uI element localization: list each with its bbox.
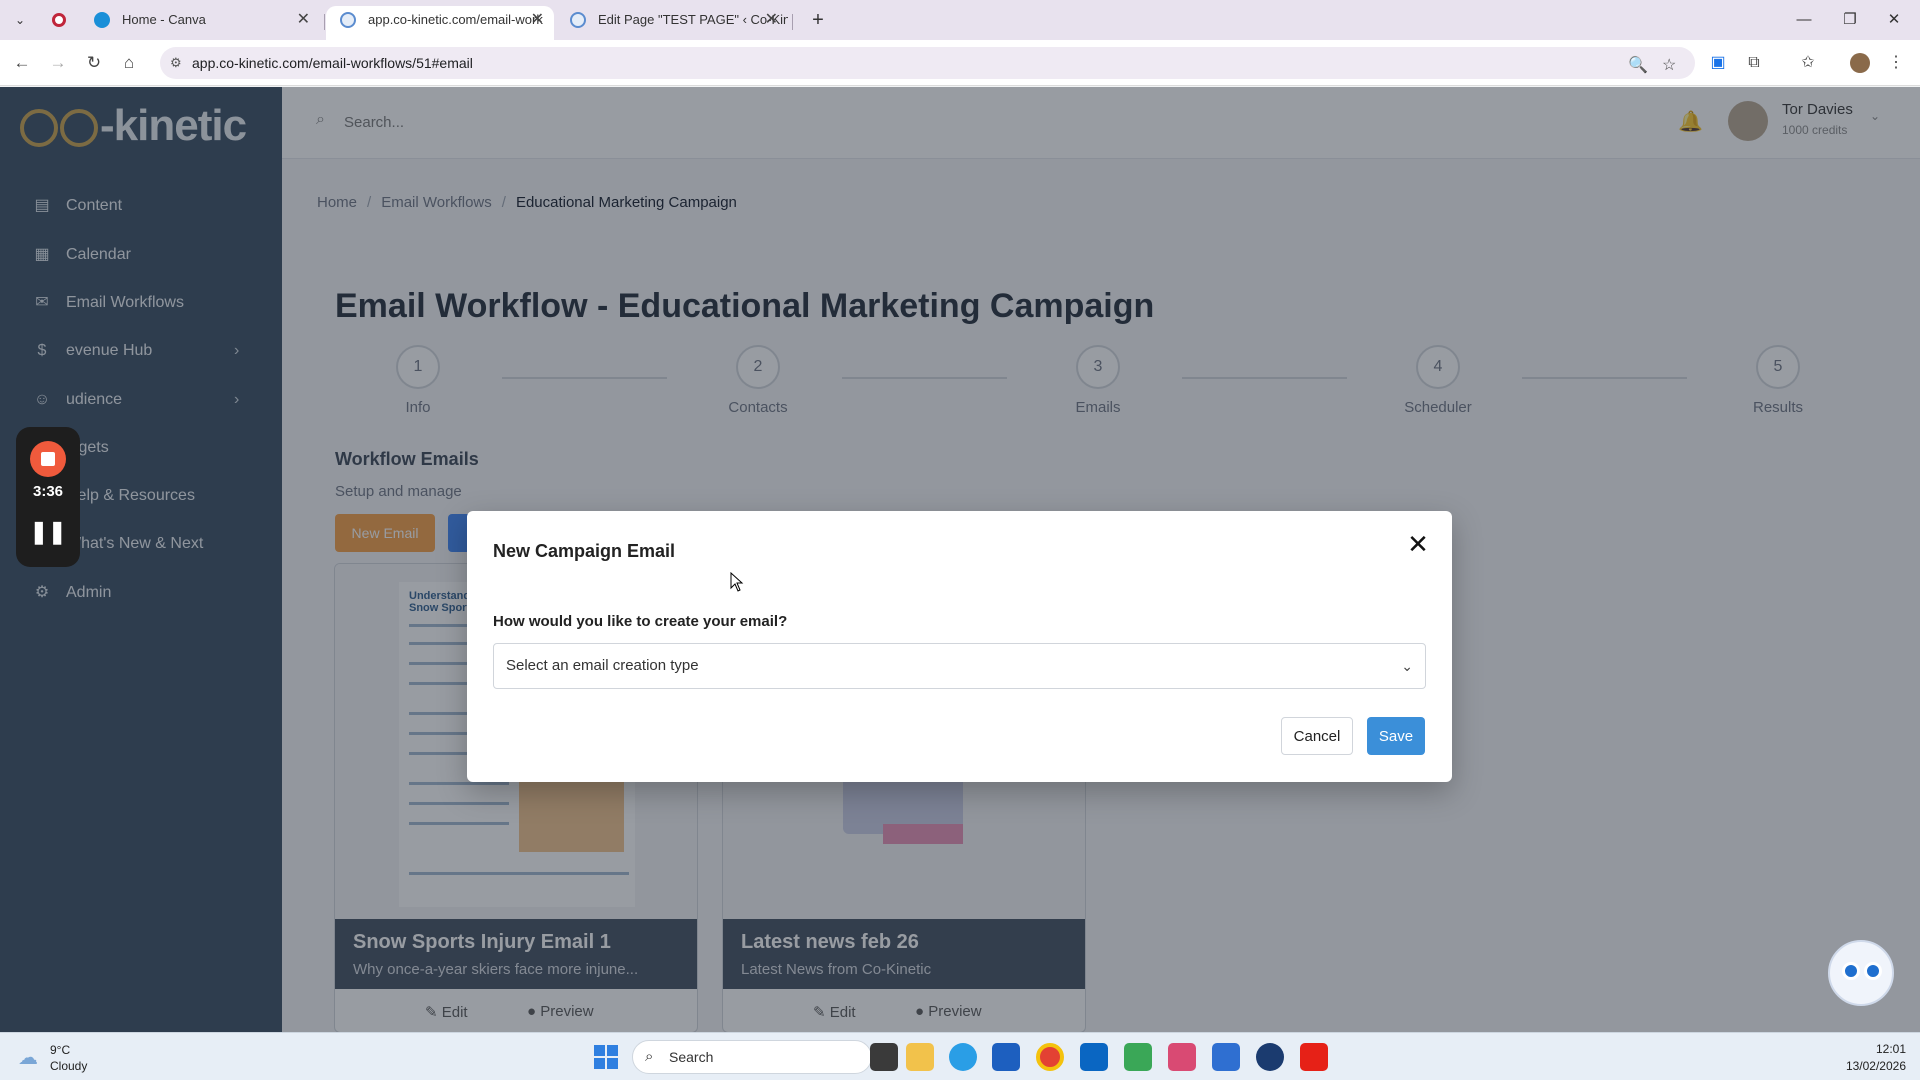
clock-date: 13/02/2026 — [1845, 1059, 1906, 1073]
recording-timer: 3:36 — [32, 483, 64, 500]
weather-temperature: 9°C — [50, 1043, 71, 1057]
app-root: -kinetic ▤ Content ▦ Calendar ✉ Email Workf… — [0, 87, 1920, 1032]
back-icon[interactable]: ← — [9, 50, 35, 76]
clock-time: 12:01 — [1875, 1042, 1906, 1056]
home-icon[interactable]: ⌂ — [116, 50, 142, 76]
weather-description: Cloudy — [50, 1059, 88, 1073]
screen-recorder-widget: 3:36 ❚❚ — [16, 427, 80, 567]
assistant-bot-icon[interactable] — [1828, 940, 1894, 1006]
close-icon[interactable]: ✕ — [1403, 529, 1433, 559]
bookmarks-icon[interactable]: ✩ — [1796, 51, 1820, 75]
tab-separator — [324, 14, 325, 30]
task-view-icon[interactable] — [870, 1043, 898, 1071]
tab-close-icon[interactable]: ✕ — [765, 6, 778, 34]
site-info-icon[interactable]: ⚙ — [170, 55, 182, 71]
window-close-icon[interactable]: ✕ — [1872, 6, 1916, 34]
cancel-button[interactable]: Cancel — [1281, 717, 1353, 755]
stop-recording-button[interactable] — [30, 441, 66, 477]
settings-app-icon[interactable] — [1212, 1043, 1240, 1071]
youtube-icon[interactable] — [1300, 1043, 1328, 1071]
restore-icon[interactable]: ❐ — [1828, 6, 1872, 34]
pause-icon[interactable]: ❚❚ — [16, 519, 80, 545]
tab-canva[interactable]: Home - Canva ✕ — [80, 6, 320, 40]
outlook-icon[interactable] — [1080, 1043, 1108, 1071]
extension-badge-icon[interactable]: ▣ — [1706, 51, 1730, 75]
windows-start-icon[interactable] — [594, 1045, 618, 1069]
tab-close-icon[interactable]: ✕ — [531, 6, 544, 34]
tab-title: Home - Canva — [122, 12, 206, 27]
windows-taskbar: ☁ 9°C Cloudy ⌕ Search 12:01 13/02/2026 — [0, 1032, 1920, 1080]
bookmark-star-icon[interactable]: ☆ — [1662, 55, 1676, 75]
minimize-icon[interactable]: — — [1782, 6, 1826, 34]
profile-avatar-icon[interactable] — [1848, 51, 1872, 75]
save-button[interactable]: Save — [1367, 717, 1425, 755]
tab-close-icon[interactable]: ✕ — [297, 6, 310, 34]
browser-menu-icon[interactable]: ⋮ — [1884, 51, 1908, 75]
file-explorer-icon[interactable] — [906, 1043, 934, 1071]
select-value: Select an email creation type — [506, 657, 699, 674]
taskbar-search[interactable]: ⌕ Search — [632, 1040, 872, 1074]
co-kinetic-favicon-icon — [340, 12, 356, 28]
tab-title: app.co-kinetic.com/email-work — [368, 12, 543, 27]
chrome-icon[interactable] — [1036, 1043, 1064, 1071]
email-creation-type-select[interactable]: Select an email creation type ⌄ — [493, 643, 1426, 689]
new-tab-icon[interactable]: + — [804, 6, 832, 34]
new-campaign-email-modal: New Campaign Email ✕ How would you like … — [467, 511, 1452, 782]
tab-title: Edit Page "TEST PAGE" ‹ Co-Kin — [598, 12, 788, 27]
reload-icon[interactable]: ↻ — [81, 50, 107, 76]
canva-favicon-icon — [94, 12, 110, 28]
creation-type-label: How would you like to create your email? — [493, 613, 788, 630]
password-manager-icon[interactable] — [1256, 1043, 1284, 1071]
forward-icon[interactable]: → — [45, 50, 71, 76]
search-icon: ⌕ — [645, 1048, 654, 1065]
snipping-tool-icon[interactable] — [1168, 1043, 1196, 1071]
zoom-icon[interactable]: 🔍 — [1628, 55, 1648, 75]
tab-edit-page[interactable]: Edit Page "TEST PAGE" ‹ Co-Kin ✕ — [556, 6, 788, 40]
tab-separator — [792, 14, 793, 30]
co-kinetic-favicon-icon — [570, 12, 586, 28]
tab-co-kinetic-email[interactable]: app.co-kinetic.com/email-work ✕ — [326, 6, 554, 40]
browser-toolbar: ← → ↻ ⌂ ⚙ app.co-kinetic.com/email-workf… — [0, 40, 1920, 86]
tab-search-chevron-icon[interactable]: ⌄ — [8, 8, 32, 32]
extensions-puzzle-icon[interactable]: ⧉ — [1742, 51, 1766, 75]
mouse-cursor-icon — [730, 572, 744, 592]
chevron-down-icon: ⌄ — [1401, 658, 1413, 674]
teams-icon[interactable] — [1124, 1043, 1152, 1071]
address-bar[interactable]: ⚙ app.co-kinetic.com/email-workflows/51#… — [160, 47, 1695, 79]
recording-indicator-icon — [52, 13, 66, 27]
cloud-icon[interactable]: ☁ — [18, 1045, 38, 1070]
browser-tab-bar: ⌄ Home - Canva ✕ app.co-kinetic.com/emai… — [0, 0, 1920, 40]
edge-icon[interactable] — [949, 1043, 977, 1071]
modal-title: New Campaign Email — [493, 541, 676, 561]
address-url: app.co-kinetic.com/email-workflows/51#em… — [192, 55, 473, 71]
store-icon[interactable] — [992, 1043, 1020, 1071]
